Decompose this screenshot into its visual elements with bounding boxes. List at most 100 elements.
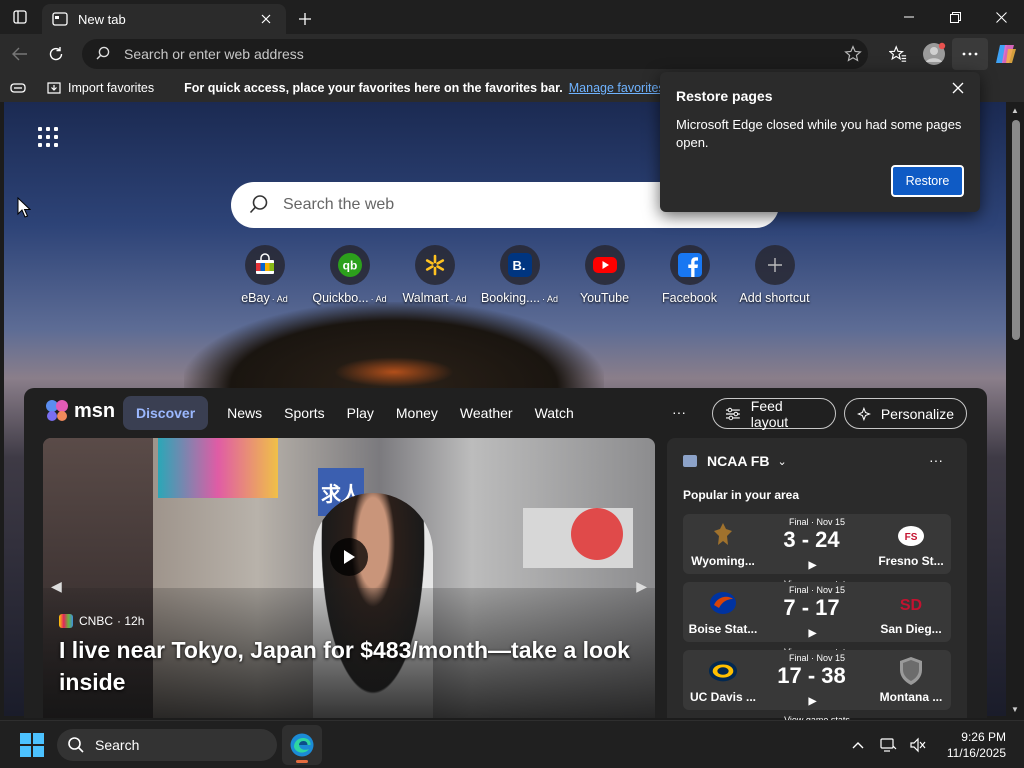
page-scrollbar[interactable]: ▲ ▼ xyxy=(1006,102,1024,716)
game-status: Final · Nov 15 xyxy=(788,585,846,595)
close-window-icon[interactable] xyxy=(978,0,1024,34)
windows-start-icon[interactable] xyxy=(20,733,44,757)
system-clock[interactable]: 9:26 PM 11/16/2025 xyxy=(933,729,1024,761)
taskbar: Search 9:26 PM 11/16/2025 xyxy=(0,720,1024,768)
app-launcher-icon[interactable] xyxy=(38,127,58,147)
shortcut-ebay[interactable]: eBay · Ad xyxy=(222,245,307,305)
restore-window-icon[interactable] xyxy=(932,0,978,34)
montana-shield-icon xyxy=(896,656,926,686)
feed-more-menu[interactable]: ··· xyxy=(672,404,686,420)
tab-title: New tab xyxy=(78,11,126,27)
msn-logo-text: msn xyxy=(74,399,116,422)
game-score-row[interactable]: Wyoming... Final · Nov 15 3 - 24▶ View g… xyxy=(683,514,951,589)
game-score-row[interactable]: Boise Stat... Final · Nov 15 7 - 17▶ Vie… xyxy=(683,582,951,657)
shortcut-label: Booking.... xyxy=(480,291,541,305)
shortcut-booking[interactable]: B. Booking.... · Ad xyxy=(477,245,562,305)
copilot-icon[interactable] xyxy=(988,38,1024,70)
clock-date: 11/16/2025 xyxy=(946,746,1006,760)
taskbar-edge-icon[interactable] xyxy=(282,725,322,765)
team-abbr: SD xyxy=(900,597,922,614)
volume-muted-icon[interactable] xyxy=(903,737,933,753)
sports-subtitle: Popular in your area xyxy=(683,488,800,502)
sports-league-selector[interactable]: NCAA FB ⌄ xyxy=(683,453,787,469)
network-icon[interactable] xyxy=(873,737,903,753)
game-score: 7 - 17 xyxy=(783,595,840,620)
minimize-icon[interactable] xyxy=(886,0,932,34)
facebook-icon xyxy=(669,245,710,285)
uc-davis-logo-icon xyxy=(708,656,738,686)
favorite-star-icon[interactable] xyxy=(838,45,868,63)
feed-layout-button[interactable]: Feed layout xyxy=(712,397,836,430)
active-app-indicator xyxy=(296,760,308,763)
chevron-up-icon[interactable] xyxy=(843,741,873,749)
back-icon[interactable] xyxy=(2,38,38,70)
taskbar-search-label: Search xyxy=(95,737,140,753)
address-bar[interactable]: Search or enter web address xyxy=(82,39,868,69)
game-score-row[interactable]: UC Davis ... Final · Nov 15 17 - 38▶ Vie… xyxy=(683,650,951,725)
favorites-bar-icon[interactable] xyxy=(0,82,36,94)
tab-actions-icon[interactable] xyxy=(0,0,40,34)
personalize-button[interactable]: Personalize xyxy=(844,398,967,429)
booking-icon: B. xyxy=(499,245,540,285)
boise-state-logo-icon xyxy=(708,588,738,618)
source-name: CNBC xyxy=(79,614,114,628)
profile-avatar-icon[interactable] xyxy=(916,38,952,70)
close-tab-icon[interactable] xyxy=(256,9,276,29)
game-score: 3 - 24 xyxy=(783,527,840,552)
close-icon[interactable] xyxy=(948,78,968,98)
article-age: · 12h xyxy=(117,614,145,628)
restore-button[interactable]: Restore xyxy=(891,165,964,197)
restore-pages-dialog: Restore pages Microsoft Edge closed whil… xyxy=(660,72,980,212)
tab-weather[interactable]: Weather xyxy=(449,396,524,430)
carousel-next-icon[interactable]: ▶ xyxy=(636,578,647,595)
play-arrow-icon: ▶ xyxy=(808,628,817,639)
clock-time: 9:26 PM xyxy=(961,730,1006,744)
article-headline[interactable]: I live near Tokyo, Japan for $483/month—… xyxy=(59,634,649,698)
new-tab-icon xyxy=(52,11,68,27)
dialog-title: Restore pages xyxy=(676,88,773,104)
shortcuts-row: eBay · Ad qb Quickbo... · Ad Walmart · Ad B… xyxy=(222,245,817,305)
tab-news[interactable]: News xyxy=(216,396,273,430)
tab-play[interactable]: Play xyxy=(336,396,385,430)
shortcut-facebook[interactable]: Facebook xyxy=(647,245,732,305)
hero-article-card[interactable]: 求人 ◀ ▶ CNBC · 12h I live near Tokyo, Jap… xyxy=(43,438,655,718)
feed-tabs: Discover News Sports Play Money Weather … xyxy=(123,396,585,430)
shortcut-youtube[interactable]: YouTube xyxy=(562,245,647,305)
tab-discover[interactable]: Discover xyxy=(123,396,209,430)
favorites-icon[interactable] xyxy=(880,38,916,70)
scroll-down-icon[interactable]: ▼ xyxy=(1011,705,1019,714)
mouse-cursor-icon xyxy=(17,197,31,218)
import-favorites-button[interactable]: Import favorites xyxy=(46,81,154,95)
refresh-icon[interactable] xyxy=(38,38,74,70)
team-left-name: UC Davis ... xyxy=(689,690,757,704)
search-icon xyxy=(96,46,110,63)
san-diego-state-logo-icon: SD xyxy=(896,588,926,618)
scrollbar-thumb[interactable] xyxy=(1012,120,1020,340)
scroll-up-icon[interactable]: ▲ xyxy=(1011,106,1019,115)
tab-new-tab[interactable]: New tab xyxy=(42,4,286,34)
settings-more-icon[interactable] xyxy=(952,38,988,70)
import-favorites-label: Import favorites xyxy=(68,81,155,95)
feed-layout-label: Feed layout xyxy=(750,397,789,430)
tab-sports[interactable]: Sports xyxy=(273,396,335,430)
new-tab-button[interactable] xyxy=(288,4,322,34)
play-arrow-icon: ▶ xyxy=(808,560,817,571)
shortcut-label: eBay xyxy=(241,291,270,305)
add-shortcut-button[interactable]: Add shortcut xyxy=(732,245,817,305)
msn-logo[interactable]: msn xyxy=(44,398,115,424)
navigation-bar: Search or enter web address xyxy=(0,34,1024,74)
game-status: Final · Nov 15 xyxy=(788,653,846,663)
shortcut-quickbooks[interactable]: qb Quickbo... · Ad xyxy=(307,245,392,305)
carousel-prev-icon[interactable]: ◀ xyxy=(51,578,62,595)
tab-watch[interactable]: Watch xyxy=(524,396,585,430)
shortcut-walmart[interactable]: Walmart · Ad xyxy=(392,245,477,305)
play-video-icon[interactable] xyxy=(330,538,368,576)
sliders-icon xyxy=(725,407,740,420)
ad-badge: · Ad xyxy=(450,294,467,304)
article-source: CNBC · 12h xyxy=(59,614,144,628)
sports-more-menu[interactable]: ··· xyxy=(929,452,943,468)
tab-money[interactable]: Money xyxy=(385,396,449,430)
personalize-label: Personalize xyxy=(880,405,954,422)
svg-text:qb: qb xyxy=(342,259,357,273)
taskbar-search[interactable]: Search xyxy=(57,729,277,761)
